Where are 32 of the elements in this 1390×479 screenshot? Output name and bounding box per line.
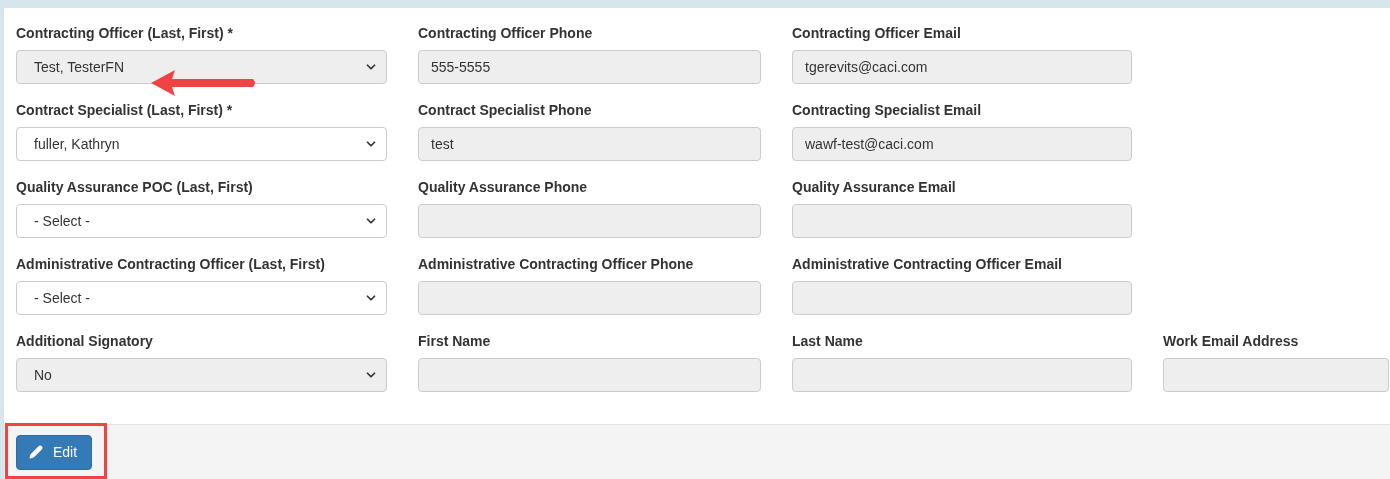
field-label: First Name (418, 333, 492, 350)
select-field[interactable]: fuller, Kathryn (16, 127, 387, 161)
edit-button[interactable]: Edit (16, 434, 92, 470)
input-field[interactable] (418, 204, 761, 238)
field-label: Quality Assurance Email (792, 179, 957, 196)
input-field[interactable] (418, 358, 761, 392)
field-label: Contract Specialist Phone (418, 102, 593, 119)
field-label: Administrative Contracting Officer (Last, First) (16, 256, 326, 273)
input-field[interactable]: 555-5555 (418, 50, 761, 84)
select-field[interactable]: - Select - (16, 204, 387, 238)
field-label: Contracting Officer (Last, First) * (16, 25, 235, 42)
field-label: Additional Signatory (16, 333, 154, 350)
field-label: Administrative Contracting Officer Phone (418, 256, 695, 273)
input-field[interactable] (1163, 358, 1389, 392)
input-field[interactable]: test (418, 127, 761, 161)
input-field[interactable] (792, 358, 1132, 392)
field-label: Contracting Officer Email (792, 25, 962, 42)
field-label: Last Name (792, 333, 864, 350)
field-label: Contracting Officer Phone (418, 25, 594, 42)
field-label: Work Email Address (1163, 333, 1300, 350)
pencil-icon (29, 445, 43, 459)
field-label: Contract Specialist (Last, First) * (16, 102, 234, 119)
input-field[interactable] (792, 281, 1132, 315)
select-field[interactable]: - Select - (16, 281, 387, 315)
input-field[interactable] (418, 281, 761, 315)
input-field[interactable]: wawf-test@caci.com (792, 127, 1132, 161)
input-field[interactable] (792, 204, 1132, 238)
input-field[interactable]: tgerevits@caci.com (792, 50, 1132, 84)
field-label: Quality Assurance Phone (418, 179, 589, 196)
field-label: Administrative Contracting Officer Email (792, 256, 1063, 273)
field-label: Contracting Specialist Email (792, 102, 983, 119)
field-label: Quality Assurance POC (Last, First) (16, 179, 254, 196)
